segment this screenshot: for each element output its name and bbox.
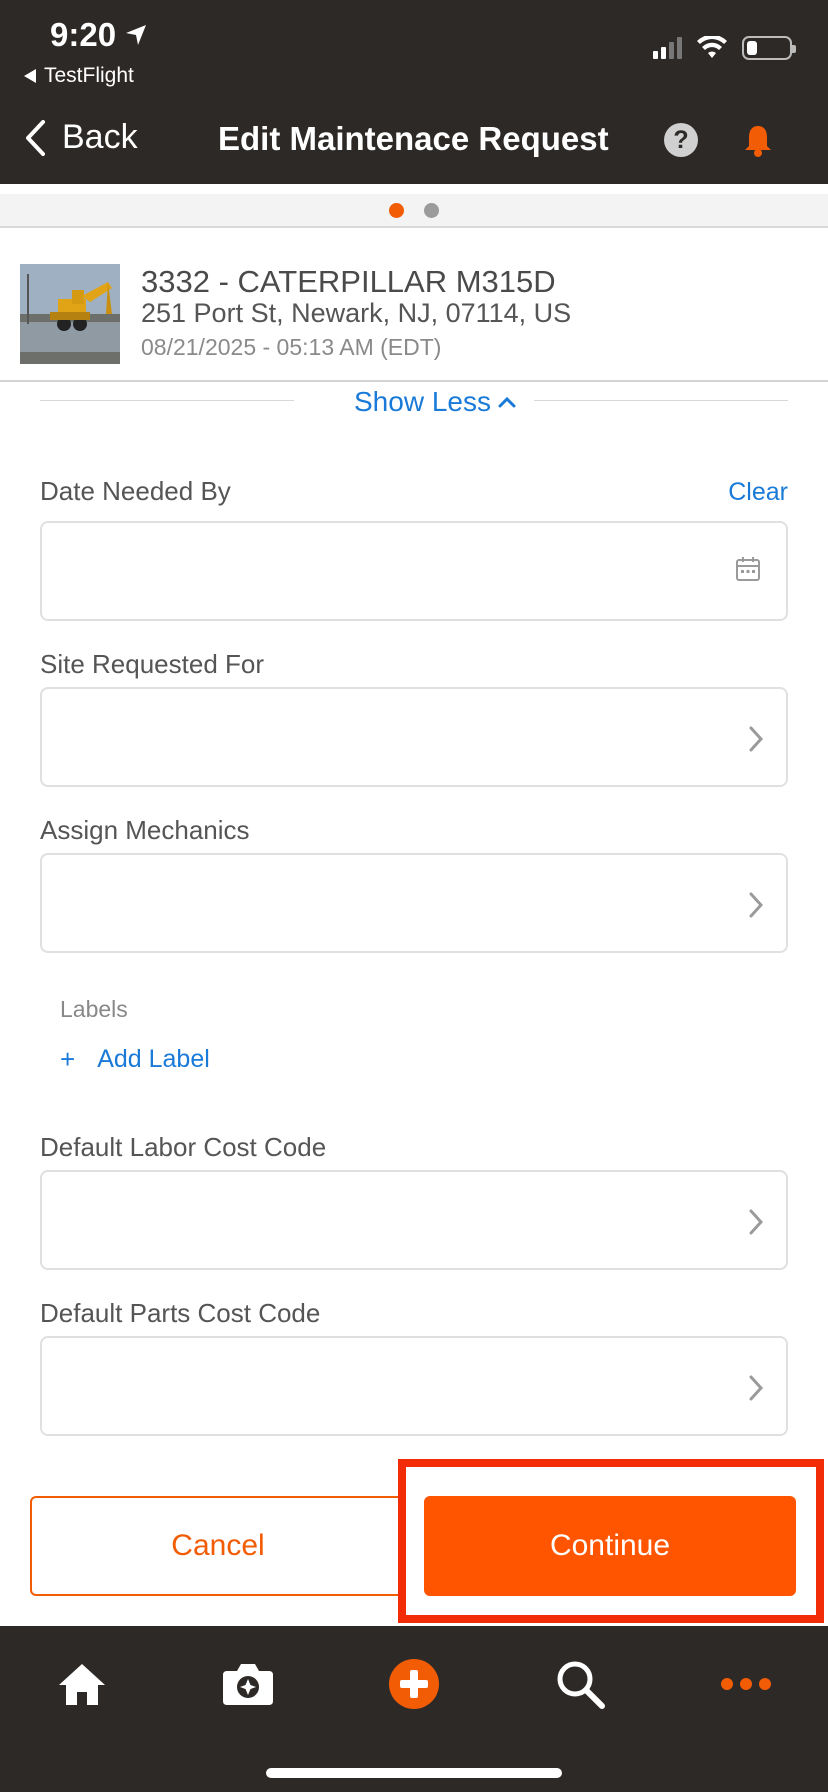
status-back-app-label: TestFlight — [44, 64, 134, 87]
back-label: Back — [62, 118, 138, 156]
page-indicator — [0, 194, 828, 228]
search-icon — [557, 1661, 605, 1709]
plus-icon: + — [60, 1044, 76, 1074]
back-triangle-icon — [24, 69, 36, 83]
tab-home[interactable] — [52, 1654, 112, 1714]
show-less-label: Show Less — [354, 386, 491, 417]
status-back-app[interactable]: TestFlight — [24, 64, 134, 88]
asset-datetime: 08/21/2025 - 05:13 AM (EDT) — [141, 334, 442, 360]
calendar-icon — [736, 557, 760, 581]
chevron-right-icon — [749, 892, 764, 918]
labor-cost-code-label: Default Labor Cost Code — [40, 1132, 327, 1162]
chevron-left-icon — [26, 119, 45, 156]
status-time: 9:20 — [50, 16, 148, 54]
assign-mechanics-field[interactable] — [40, 853, 788, 953]
chevron-right-icon — [749, 1209, 764, 1235]
help-icon[interactable]: ? — [664, 123, 698, 157]
tab-add[interactable] — [384, 1654, 444, 1714]
cancel-button[interactable]: Cancel — [30, 1496, 406, 1596]
home-icon — [59, 1664, 105, 1705]
divider-right — [534, 400, 788, 401]
labels-caption: Labels — [60, 996, 128, 1022]
divider-left — [40, 400, 294, 401]
battery-icon — [742, 36, 796, 60]
tab-camera[interactable] — [218, 1654, 278, 1714]
date-needed-label: Date Needed By — [40, 476, 231, 506]
asset-card: 3332 - CATERPILLAR M315D 251 Port St, Ne… — [0, 236, 828, 382]
page-title: Edit Maintenace Request — [218, 120, 609, 157]
add-label-text: Add Label — [97, 1045, 210, 1073]
back-button[interactable]: Back — [24, 118, 138, 157]
continue-button[interactable]: Continue — [424, 1496, 796, 1596]
tab-search[interactable] — [550, 1654, 610, 1714]
more-icon — [721, 1678, 771, 1690]
show-less-toggle[interactable]: Show Less — [354, 386, 517, 418]
asset-address: 251 Port St, Newark, NJ, 07114, US — [141, 298, 572, 328]
chevron-up-icon — [498, 396, 516, 408]
status-time-text: 9:20 — [50, 16, 117, 53]
status-indicators — [653, 36, 796, 60]
tab-more[interactable] — [716, 1654, 776, 1714]
page-dot-active[interactable] — [389, 202, 404, 218]
chevron-right-icon — [749, 726, 764, 752]
site-requested-field[interactable] — [40, 687, 788, 787]
assign-mechanics-label: Assign Mechanics — [40, 815, 250, 845]
camera-icon — [223, 1664, 273, 1705]
top-bar: 9:20 TestFlight Back Edit Maintenace Req… — [0, 0, 828, 184]
asset-title: 3332 - CATERPILLAR M315D — [141, 264, 556, 299]
parts-cost-code-label: Default Parts Cost Code — [40, 1298, 321, 1328]
page-dot[interactable] — [424, 202, 439, 218]
show-less-row: Show Less — [40, 386, 788, 418]
asset-thumbnail — [20, 264, 120, 364]
add-label-button[interactable]: + Add Label — [60, 1044, 210, 1075]
wifi-icon — [697, 36, 727, 58]
add-icon — [389, 1659, 439, 1709]
tab-bar — [0, 1626, 828, 1792]
home-indicator — [266, 1768, 562, 1778]
clear-date-button[interactable]: Clear — [728, 478, 788, 507]
chevron-right-icon — [749, 1375, 764, 1401]
date-needed-field[interactable] — [40, 521, 788, 621]
location-arrow-icon — [126, 25, 147, 45]
parts-cost-code-field[interactable] — [40, 1336, 788, 1436]
labor-cost-code-field[interactable] — [40, 1170, 788, 1270]
cellular-signal-icon — [653, 37, 682, 59]
bell-icon[interactable] — [741, 122, 775, 158]
site-requested-label: Site Requested For — [40, 649, 265, 679]
